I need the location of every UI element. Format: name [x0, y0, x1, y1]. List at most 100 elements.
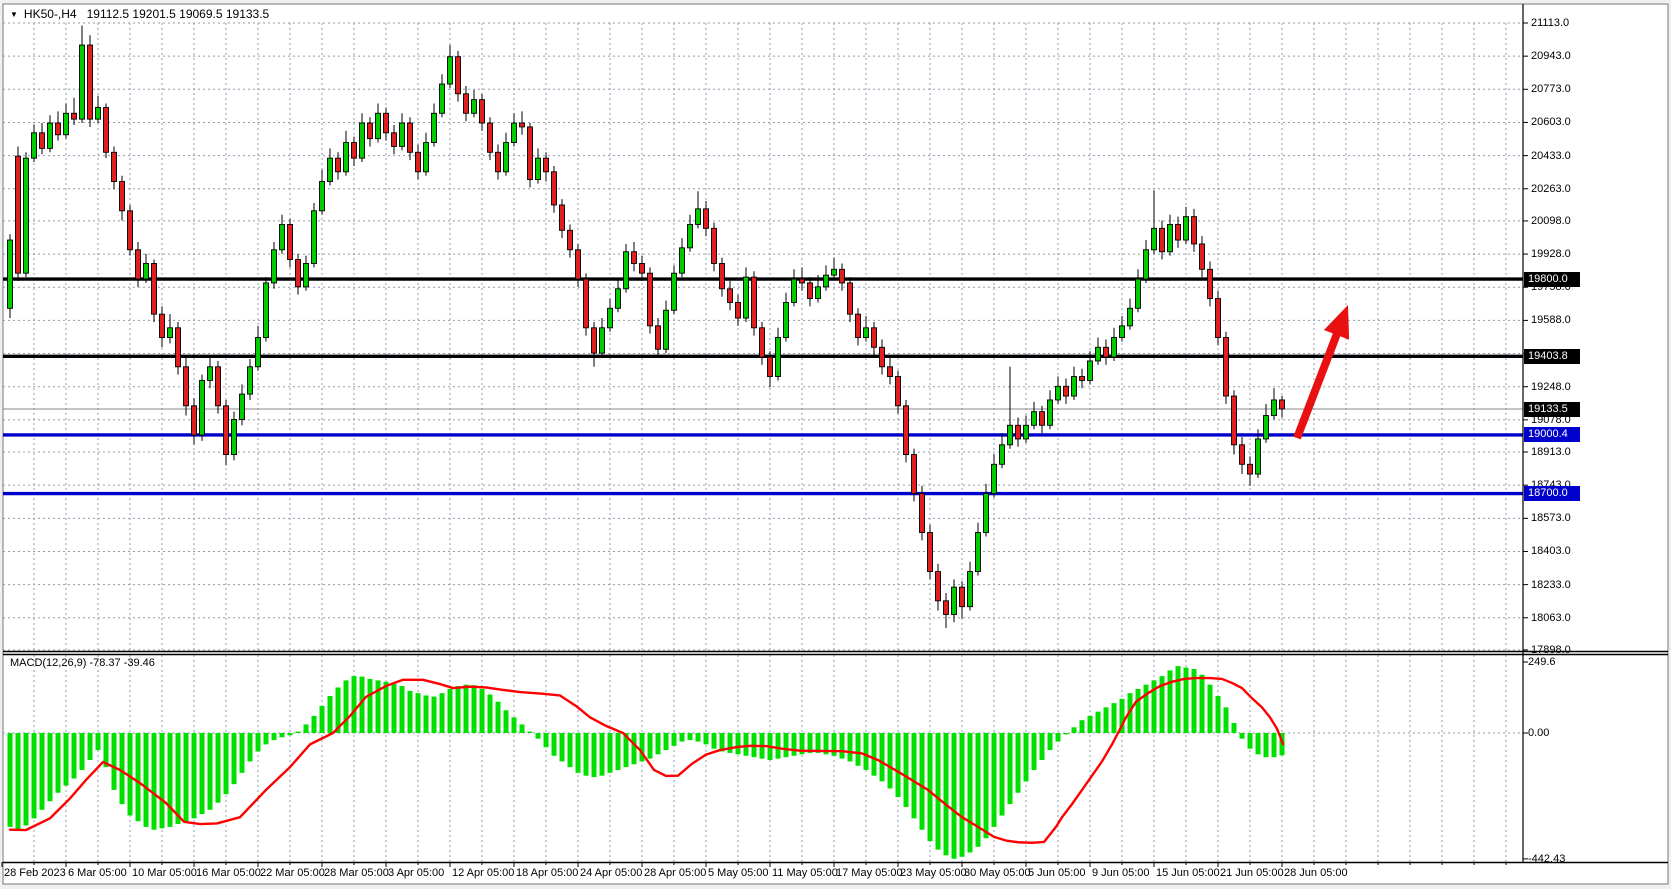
- price-tag-19000.4: 19000.4: [1524, 427, 1580, 442]
- candlestick: [784, 302, 789, 337]
- candlestick: [656, 326, 661, 349]
- date-tick-label: 12 Apr 05:00: [452, 867, 514, 880]
- price-tag-18700.0: 18700.0: [1524, 486, 1580, 501]
- price-tick-label: 19248.0: [1531, 381, 1571, 394]
- candlestick: [1144, 250, 1149, 279]
- macd-tick-label: 249.6: [1528, 656, 1556, 669]
- price-tick-label: 20433.0: [1531, 150, 1571, 163]
- candlestick: [704, 209, 709, 229]
- candlestick: [864, 328, 869, 338]
- date-tick-label: 3 Apr 05:00: [388, 867, 444, 880]
- candlestick: [80, 45, 85, 119]
- candlestick: [336, 158, 341, 172]
- candlestick: [512, 123, 517, 143]
- candlestick: [264, 283, 269, 338]
- candlestick: [808, 283, 813, 299]
- candlestick: [224, 406, 229, 455]
- price-tick-label: 20773.0: [1531, 83, 1571, 96]
- candlestick: [1248, 464, 1253, 474]
- date-tick-label: 15 Jun 05:00: [1156, 867, 1220, 880]
- candlestick: [1192, 217, 1197, 244]
- candlestick: [240, 394, 245, 419]
- price-tag-19133.5: 19133.5: [1524, 402, 1580, 417]
- candlestick: [408, 123, 413, 152]
- candlestick: [488, 123, 493, 152]
- date-tick-label: 9 Jun 05:00: [1092, 867, 1150, 880]
- candlestick: [104, 107, 109, 152]
- candlestick: [64, 113, 69, 134]
- candlestick: [736, 302, 741, 318]
- candlestick: [344, 143, 349, 172]
- candlestick: [368, 123, 373, 139]
- candlestick: [1240, 445, 1245, 465]
- candlestick: [664, 310, 669, 349]
- candlestick: [152, 263, 157, 314]
- candlestick: [1008, 425, 1013, 445]
- date-tick-label: 16 Mar 05:00: [196, 867, 261, 880]
- candlestick: [1160, 228, 1165, 251]
- candlestick: [992, 464, 997, 493]
- date-tick-label: 28 Mar 05:00: [324, 867, 389, 880]
- candlestick: [696, 209, 701, 225]
- candlestick: [1168, 224, 1173, 251]
- candlestick: [880, 347, 885, 367]
- candlestick: [1200, 244, 1205, 269]
- candlestick: [744, 277, 749, 318]
- candlestick: [16, 156, 21, 273]
- candlestick: [1184, 217, 1189, 240]
- candlestick: [904, 406, 909, 455]
- date-tick-label: 24 Apr 05:00: [580, 867, 642, 880]
- candlestick: [680, 248, 685, 273]
- candlestick: [1112, 338, 1117, 358]
- candlestick: [1216, 299, 1221, 338]
- candlestick: [424, 143, 429, 172]
- candlestick: [624, 252, 629, 289]
- candlestick: [752, 277, 757, 328]
- candlestick: [8, 240, 13, 308]
- price-tick-label: 17898.0: [1531, 644, 1571, 657]
- candlestick: [592, 328, 597, 353]
- dropdown-icon[interactable]: ▼: [10, 10, 18, 19]
- quote-values-label: 19112.5 19201.5 19069.5 19133.5: [87, 7, 270, 21]
- price-tick-label: 18403.0: [1531, 545, 1571, 558]
- price-tick-label: 21113.0: [1531, 17, 1569, 30]
- candlestick: [952, 587, 957, 614]
- candlestick: [616, 289, 621, 309]
- candlestick: [320, 182, 325, 211]
- candlestick: [560, 205, 565, 230]
- candlestick: [56, 123, 61, 135]
- date-tick-label: 5 Jun 05:00: [1028, 867, 1086, 880]
- candlestick: [576, 250, 581, 279]
- date-tick-label: 28 Jun 05:00: [1284, 867, 1348, 880]
- candlestick: [1048, 400, 1053, 425]
- date-tick-label: 30 May 05:00: [964, 867, 1031, 880]
- candlestick: [760, 328, 765, 357]
- candlestick: [480, 100, 485, 123]
- candlestick: [472, 100, 477, 114]
- macd-tick-label: 0.00: [1528, 727, 1549, 740]
- price-tick-label: 20943.0: [1531, 50, 1571, 63]
- candlestick: [1080, 377, 1085, 381]
- candlestick: [448, 57, 453, 84]
- candlestick: [1016, 425, 1021, 439]
- candlestick: [88, 45, 93, 119]
- date-tick-label: 5 May 05:00: [708, 867, 769, 880]
- candlestick: [776, 338, 781, 377]
- candlestick: [40, 133, 45, 149]
- candlestick: [896, 377, 901, 406]
- candlestick: [568, 230, 573, 250]
- candlestick: [496, 152, 501, 172]
- candlestick: [936, 572, 941, 601]
- candlestick: [1280, 400, 1285, 409]
- price-tick-label: 18913.0: [1531, 446, 1571, 459]
- candlestick: [928, 533, 933, 572]
- candlestick: [288, 224, 293, 259]
- price-tick-label: 20603.0: [1531, 116, 1571, 129]
- chart-canvas[interactable]: [0, 0, 1671, 889]
- candlestick: [296, 260, 301, 287]
- candlestick: [312, 211, 317, 264]
- candlestick: [360, 123, 365, 158]
- candlestick: [376, 113, 381, 138]
- candlestick: [728, 289, 733, 303]
- candlestick: [192, 406, 197, 435]
